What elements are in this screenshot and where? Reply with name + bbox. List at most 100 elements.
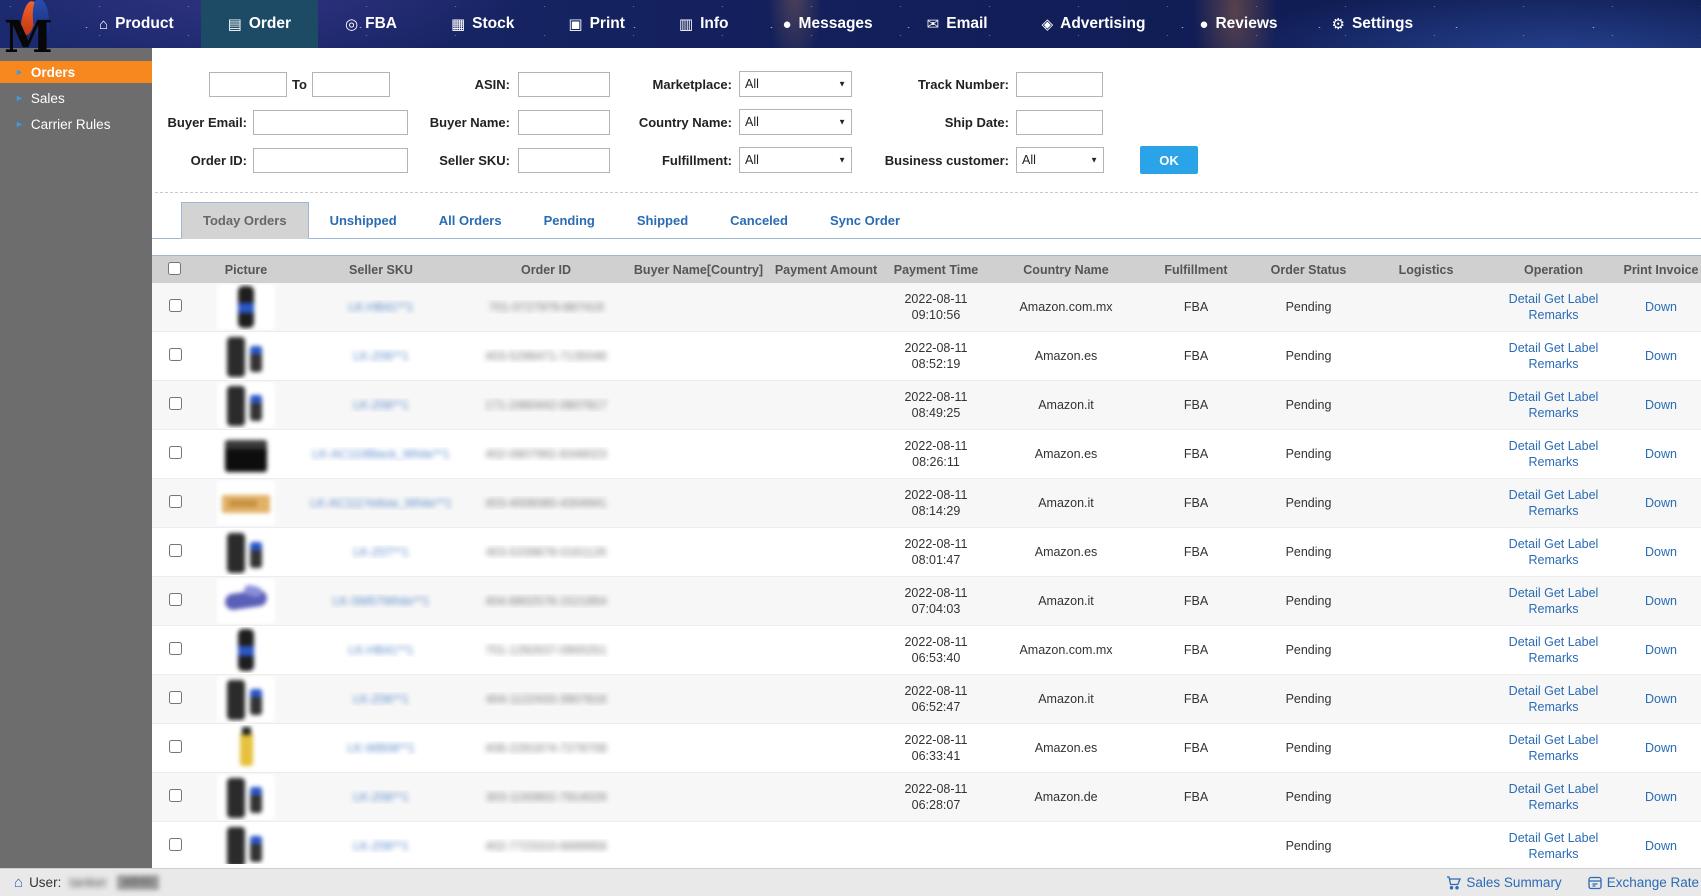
download-invoice-link[interactable]: Down <box>1645 300 1677 314</box>
date-from-input[interactable] <box>209 72 287 97</box>
marketplace-select[interactable]: All <box>739 71 852 97</box>
remarks-link[interactable]: Remarks <box>1486 405 1621 421</box>
detail-get-label-link[interactable]: Detail Get Label <box>1486 781 1621 797</box>
nav-item[interactable]: Order <box>201 0 318 48</box>
row-checkbox[interactable] <box>169 789 182 802</box>
seller-sku-link[interactable]: LK-AC110Black_White**1 <box>312 447 449 461</box>
row-checkbox[interactable] <box>169 740 182 753</box>
seller-sku-link[interactable]: LK-Z06**1 <box>353 398 408 412</box>
sales-summary-link[interactable]: Sales Summary <box>1446 875 1561 890</box>
product-image[interactable] <box>217 627 275 673</box>
asin-input[interactable] <box>518 72 610 97</box>
order-tab[interactable]: Shipped <box>616 203 709 238</box>
product-image[interactable] <box>217 480 275 526</box>
product-image[interactable] <box>217 333 275 379</box>
detail-get-label-link[interactable]: Detail Get Label <box>1486 291 1621 307</box>
seller-sku-link[interactable]: LK-Z06**1 <box>353 692 408 706</box>
detail-get-label-link[interactable]: Detail Get Label <box>1486 585 1621 601</box>
detail-get-label-link[interactable]: Detail Get Label <box>1486 487 1621 503</box>
remarks-link[interactable]: Remarks <box>1486 552 1621 568</box>
row-checkbox[interactable] <box>169 691 182 704</box>
order-tab[interactable]: Today Orders <box>181 202 309 239</box>
product-image[interactable] <box>217 431 275 477</box>
sidebar-item[interactable]: ► Carrier Rules <box>0 113 152 135</box>
buyer-name-input[interactable] <box>518 110 610 135</box>
nav-item[interactable]: Advertising <box>1015 0 1173 48</box>
seller-sku-input[interactable] <box>518 148 610 173</box>
order-tab[interactable]: Unshipped <box>309 203 418 238</box>
nav-item[interactable]: Messages <box>755 0 899 48</box>
download-invoice-link[interactable]: Down <box>1645 398 1677 412</box>
detail-get-label-link[interactable]: Detail Get Label <box>1486 438 1621 454</box>
row-checkbox[interactable] <box>169 593 182 606</box>
remarks-link[interactable]: Remarks <box>1486 846 1621 862</box>
remarks-link[interactable]: Remarks <box>1486 454 1621 470</box>
order-tab[interactable]: Pending <box>523 203 616 238</box>
seller-sku-link[interactable]: LK-SM57White**1 <box>333 594 430 608</box>
product-image[interactable] <box>217 529 275 575</box>
remarks-link[interactable]: Remarks <box>1486 797 1621 813</box>
download-invoice-link[interactable]: Down <box>1645 790 1677 804</box>
order-tab[interactable]: Sync Order <box>809 203 921 238</box>
ok-button[interactable]: OK <box>1140 146 1198 174</box>
remarks-link[interactable]: Remarks <box>1486 356 1621 372</box>
product-image[interactable] <box>217 382 275 428</box>
product-image[interactable] <box>217 578 275 624</box>
product-image[interactable] <box>217 774 275 820</box>
row-checkbox[interactable] <box>169 642 182 655</box>
sidebar-item[interactable]: ► Sales <box>0 87 152 109</box>
detail-get-label-link[interactable]: Detail Get Label <box>1486 340 1621 356</box>
country-name-select[interactable]: All <box>739 109 852 135</box>
seller-sku-link[interactable]: LK-Z06**1 <box>353 349 408 363</box>
remarks-link[interactable]: Remarks <box>1486 601 1621 617</box>
order-tab[interactable]: Canceled <box>709 203 809 238</box>
download-invoice-link[interactable]: Down <box>1645 643 1677 657</box>
seller-sku-link[interactable]: LK-HB41**1 <box>349 643 414 657</box>
product-image[interactable] <box>217 676 275 722</box>
download-invoice-link[interactable]: Down <box>1645 447 1677 461</box>
buyer-email-input[interactable] <box>253 110 408 135</box>
order-tab[interactable]: All Orders <box>418 203 523 238</box>
remarks-link[interactable]: Remarks <box>1486 748 1621 764</box>
seller-sku-link[interactable]: LK-Z06**1 <box>353 839 408 853</box>
seller-sku-link[interactable]: LK-Z06**1 <box>353 790 408 804</box>
download-invoice-link[interactable]: Down <box>1645 839 1677 853</box>
detail-get-label-link[interactable]: Detail Get Label <box>1486 634 1621 650</box>
nav-item[interactable]: FBA <box>318 0 424 48</box>
detail-get-label-link[interactable]: Detail Get Label <box>1486 536 1621 552</box>
date-to-input[interactable] <box>312 72 390 97</box>
seller-sku-link[interactable]: LK-Z07**1 <box>353 545 408 559</box>
row-checkbox[interactable] <box>169 397 182 410</box>
download-invoice-link[interactable]: Down <box>1645 496 1677 510</box>
row-checkbox[interactable] <box>169 838 182 851</box>
download-invoice-link[interactable]: Down <box>1645 741 1677 755</box>
remarks-link[interactable]: Remarks <box>1486 650 1621 666</box>
business-customer-select[interactable]: All <box>1016 147 1104 173</box>
nav-item[interactable]: Reviews <box>1172 0 1304 48</box>
fulfillment-select[interactable]: All <box>739 147 852 173</box>
sidebar-item[interactable]: ► Orders <box>0 61 152 83</box>
product-image[interactable] <box>217 725 275 771</box>
product-image[interactable] <box>217 823 275 864</box>
detail-get-label-link[interactable]: Detail Get Label <box>1486 389 1621 405</box>
nav-item[interactable]: Info <box>652 0 756 48</box>
seller-sku-link[interactable]: LK-WB08**1 <box>347 741 414 755</box>
exchange-rate-link[interactable]: Exchange Rate <box>1588 875 1699 890</box>
nav-item[interactable]: Settings <box>1305 0 1441 48</box>
nav-item[interactable]: Stock <box>424 0 541 48</box>
download-invoice-link[interactable]: Down <box>1645 692 1677 706</box>
product-image[interactable] <box>217 284 275 330</box>
detail-get-label-link[interactable]: Detail Get Label <box>1486 683 1621 699</box>
track-number-input[interactable] <box>1016 72 1103 97</box>
ship-date-input[interactable] <box>1016 110 1103 135</box>
remarks-link[interactable]: Remarks <box>1486 307 1621 323</box>
detail-get-label-link[interactable]: Detail Get Label <box>1486 732 1621 748</box>
download-invoice-link[interactable]: Down <box>1645 349 1677 363</box>
nav-item[interactable]: Product <box>72 0 201 48</box>
detail-get-label-link[interactable]: Detail Get Label <box>1486 830 1621 846</box>
nav-item[interactable]: Email <box>900 0 1015 48</box>
nav-item[interactable]: Print <box>541 0 652 48</box>
row-checkbox[interactable] <box>169 348 182 361</box>
row-checkbox[interactable] <box>169 544 182 557</box>
seller-sku-link[interactable]: LK-HB41**1 <box>349 300 414 314</box>
